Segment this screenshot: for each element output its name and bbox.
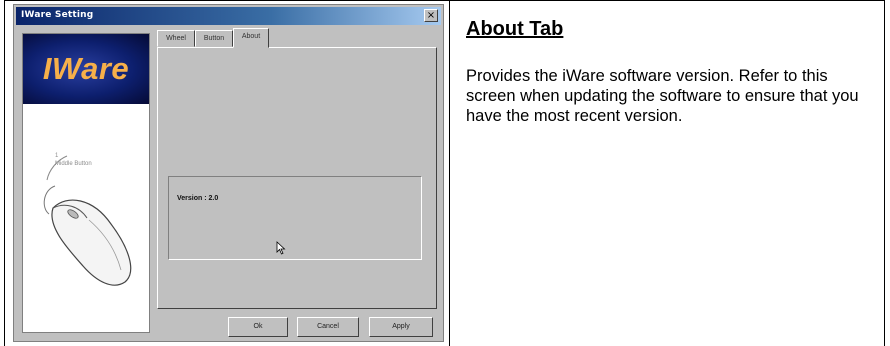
- mouse-icon: [43, 155, 132, 286]
- cancel-button[interactable]: Cancel: [297, 317, 359, 337]
- apply-button[interactable]: Apply: [369, 317, 433, 337]
- ok-button[interactable]: Ok: [228, 317, 288, 337]
- table-top-border: [4, 0, 885, 1]
- tab-about[interactable]: About: [233, 28, 269, 48]
- dialog-title-bar: IWare Setting ×: [16, 7, 441, 25]
- iware-logo: IWare: [23, 34, 149, 104]
- tab-wheel[interactable]: Wheel: [157, 30, 195, 47]
- table-right-border: [884, 0, 885, 346]
- section-heading: About Tab: [466, 18, 564, 40]
- iware-setting-dialog-screenshot: IWare Setting × IWare 1 Middle Button Wh…: [13, 4, 444, 342]
- mouse-pointer-icon: [276, 241, 286, 255]
- version-group-box: Version : 2.0: [168, 176, 422, 260]
- dialog-title: IWare Setting: [21, 10, 94, 20]
- logo-panel: IWare 1 Middle Button: [22, 33, 150, 333]
- table-middle-border: [449, 0, 450, 346]
- logo-text: IWare: [42, 51, 130, 86]
- about-tab-panel: Version : 2.0: [157, 47, 437, 309]
- close-icon[interactable]: ×: [424, 9, 438, 22]
- section-description: Provides the iWare software version. Ref…: [466, 67, 859, 125]
- tab-button[interactable]: Button: [195, 30, 233, 47]
- version-label: Version : 2.0: [177, 195, 219, 202]
- table-left-border: [4, 0, 5, 346]
